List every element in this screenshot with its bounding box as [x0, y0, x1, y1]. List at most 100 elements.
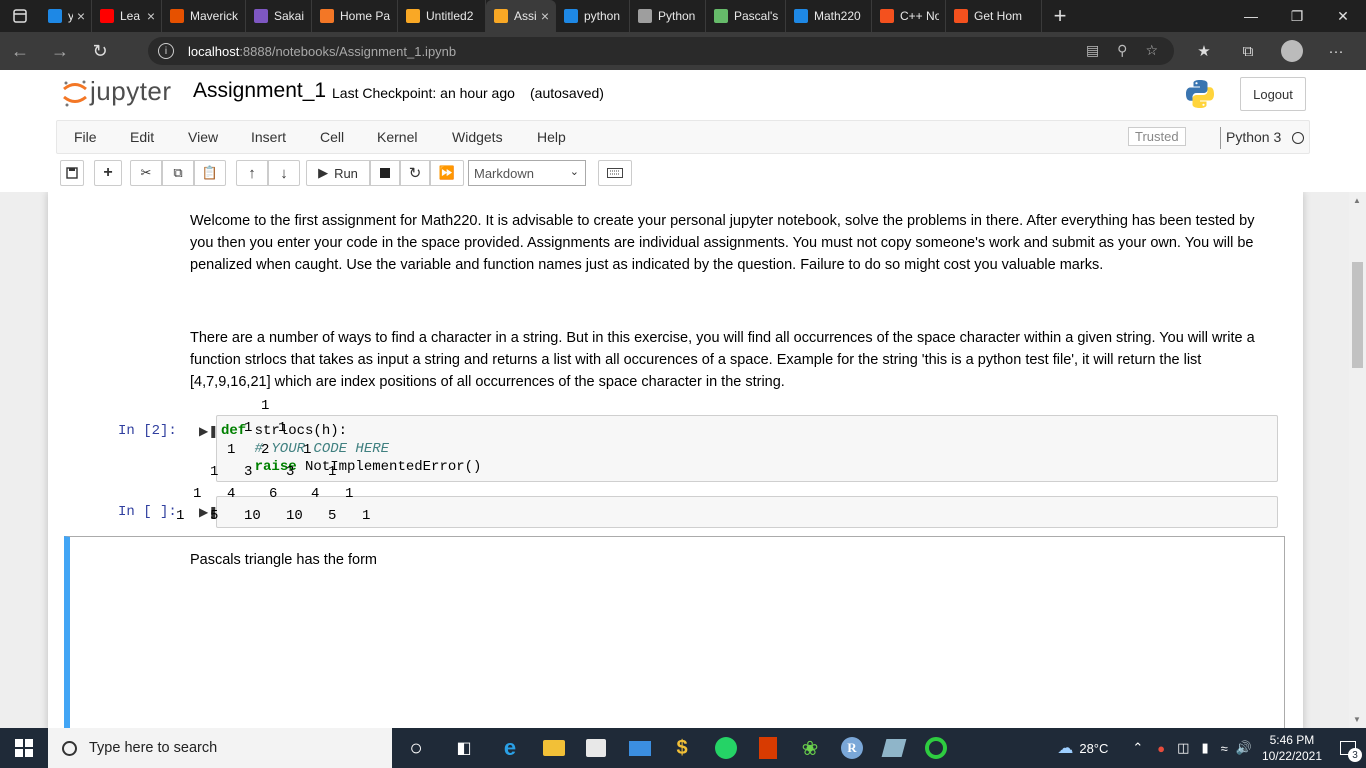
- notes-app-icon[interactable]: [880, 734, 908, 762]
- trusted-badge[interactable]: Trusted: [1128, 127, 1186, 146]
- browser-tab[interactable]: Assi ×: [486, 0, 556, 32]
- run-button[interactable]: ▶ Run: [306, 160, 370, 186]
- pascal-number: 1: [328, 464, 337, 480]
- intro-markdown[interactable]: Welcome to the first assignment for Math…: [190, 210, 1270, 276]
- forward-icon[interactable]: →: [40, 32, 80, 70]
- browser-tab[interactable]: Maverick: [162, 0, 246, 32]
- browser-tab[interactable]: Home Pa: [312, 0, 398, 32]
- close-tab-icon[interactable]: ×: [147, 8, 155, 24]
- tab-actions-icon[interactable]: [0, 0, 40, 32]
- site-info-icon[interactable]: i: [158, 43, 174, 59]
- browser-tab[interactable]: Math220: [786, 0, 872, 32]
- show-hidden-icons[interactable]: ⌃: [1132, 740, 1143, 756]
- network-warning-icon[interactable]: ●: [1157, 741, 1165, 756]
- back-icon[interactable]: ←: [0, 32, 40, 70]
- paste-icon[interactable]: 📋: [194, 160, 226, 186]
- browser-tab[interactable]: C++ Not: [872, 0, 946, 32]
- notifications-icon[interactable]: 3: [1330, 728, 1366, 768]
- empty-code-cell[interactable]: [216, 496, 1278, 528]
- office-icon[interactable]: [754, 734, 782, 762]
- minimize-icon[interactable]: —: [1228, 0, 1274, 32]
- dollar-app-icon[interactable]: $: [668, 734, 696, 762]
- profile-avatar[interactable]: [1281, 40, 1303, 62]
- browser-tab[interactable]: Pascal's: [706, 0, 786, 32]
- volume-icon[interactable]: 🔊: [1236, 740, 1252, 756]
- task-view-icon[interactable]: ◧: [450, 734, 478, 762]
- menu-help[interactable]: Help: [537, 129, 566, 145]
- insert-cell-icon[interactable]: +: [94, 160, 122, 186]
- move-up-icon[interactable]: ↑: [236, 160, 268, 186]
- weather-temp[interactable]: 28°C: [1079, 741, 1108, 756]
- code-cell-strlocs[interactable]: def strlocs(h): # YOUR CODE HERE raise N…: [216, 415, 1278, 482]
- menu-kernel[interactable]: Kernel: [377, 129, 417, 145]
- close-tab-icon[interactable]: ×: [541, 8, 549, 24]
- browser-tab[interactable]: python n: [556, 0, 630, 32]
- close-tab-icon[interactable]: ×: [77, 8, 85, 24]
- clock[interactable]: 5:46 PM 10/22/2021: [1262, 732, 1322, 764]
- menu-file[interactable]: File: [74, 129, 97, 145]
- windows-start-icon[interactable]: [0, 728, 48, 768]
- scrollbar-thumb[interactable]: [1352, 262, 1363, 368]
- browser-tab[interactable]: Get Hom: [946, 0, 1042, 32]
- weather-cloud-icon[interactable]: ☁: [1057, 738, 1073, 758]
- jupyter-icon: [320, 9, 334, 23]
- close-window-icon[interactable]: ✕: [1320, 0, 1366, 32]
- restart-icon[interactable]: ↻: [400, 160, 430, 186]
- address-bar[interactable]: i localhost:8888/notebooks/Assignment_1.…: [148, 37, 1174, 65]
- whatsapp-icon[interactable]: [712, 734, 740, 762]
- green-ring-app-icon[interactable]: [922, 734, 950, 762]
- menu-view[interactable]: View: [188, 129, 218, 145]
- r-app-icon[interactable]: R: [838, 734, 866, 762]
- browser-tab[interactable]: you ×: [40, 0, 92, 32]
- browser-tab-title: Maverick: [190, 9, 239, 23]
- restart-run-all-icon[interactable]: ⏩: [430, 160, 464, 186]
- cortana-icon[interactable]: ○: [402, 734, 430, 762]
- add-favorite-icon[interactable]: ☆: [1145, 42, 1158, 59]
- browser-tab[interactable]: Lea ×: [92, 0, 162, 32]
- save-icon[interactable]: [60, 160, 84, 186]
- clover-app-icon[interactable]: ❀: [796, 734, 824, 762]
- reader-mode-icon[interactable]: ▤: [1086, 42, 1099, 59]
- code-keyword: def: [221, 423, 247, 439]
- menu-widgets[interactable]: Widgets: [452, 129, 503, 145]
- scroll-down-icon[interactable]: ▼: [1353, 715, 1361, 724]
- cut-icon[interactable]: ✂: [130, 160, 162, 186]
- browser-tab[interactable]: Untitled2: [398, 0, 486, 32]
- autosave-status: (autosaved): [530, 85, 604, 101]
- battery-icon[interactable]: ▮: [1201, 740, 1208, 756]
- interrupt-icon[interactable]: [370, 160, 400, 186]
- menu-edit[interactable]: Edit: [130, 129, 154, 145]
- refresh-icon[interactable]: ↻: [80, 32, 120, 70]
- scroll-up-icon[interactable]: ▲: [1353, 196, 1361, 205]
- restore-icon[interactable]: ❐: [1274, 0, 1320, 32]
- more-icon[interactable]: ···: [1318, 38, 1354, 64]
- copy-icon[interactable]: ⧉: [162, 160, 194, 186]
- notebook-container[interactable]: Welcome to the first assignment for Math…: [0, 192, 1366, 728]
- jupyter-logo[interactable]: jupyter: [62, 76, 172, 107]
- browser-tab[interactable]: Sakai : G: [246, 0, 312, 32]
- taskbar-search-box[interactable]: Type here to search: [48, 728, 392, 768]
- onedrive-icon[interactable]: ◫: [1177, 740, 1189, 756]
- last-checkpoint: Last Checkpoint: an hour ago: [332, 85, 515, 101]
- logout-button[interactable]: Logout: [1240, 77, 1306, 111]
- favorites-icon[interactable]: ★: [1186, 38, 1222, 64]
- browser-tab[interactable]: Python p: [630, 0, 706, 32]
- notebook-name[interactable]: Assignment_1: [193, 79, 326, 103]
- collections-icon[interactable]: ⧉: [1230, 38, 1266, 64]
- new-tab-button[interactable]: +: [1042, 0, 1078, 32]
- edge-taskbar-icon[interactable]: e: [496, 734, 524, 762]
- notebook-icon: [494, 9, 508, 23]
- vertical-scrollbar[interactable]: ▲ ▼: [1349, 192, 1366, 728]
- keyboard-icon[interactable]: [598, 160, 632, 186]
- move-down-icon[interactable]: ↓: [268, 160, 300, 186]
- cell-type-select[interactable]: Markdown ⌄: [468, 160, 586, 186]
- task-markdown[interactable]: There are a number of ways to find a cha…: [190, 327, 1270, 393]
- file-explorer-icon[interactable]: [540, 734, 568, 762]
- browser-tab-title: Math220: [814, 9, 861, 23]
- menu-cell[interactable]: Cell: [320, 129, 344, 145]
- mail-icon[interactable]: [626, 734, 654, 762]
- wifi-icon[interactable]: ≈: [1221, 741, 1228, 756]
- store-icon[interactable]: [582, 734, 610, 762]
- zoom-icon[interactable]: ⚲: [1117, 42, 1127, 59]
- menu-insert[interactable]: Insert: [251, 129, 286, 145]
